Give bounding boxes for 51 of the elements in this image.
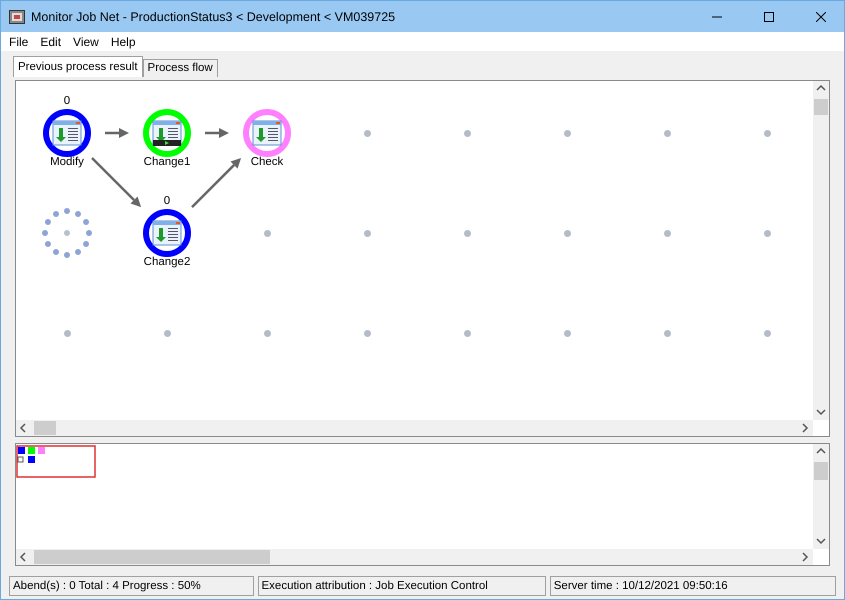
close-icon xyxy=(816,12,826,22)
grid-dot xyxy=(264,230,270,236)
job-label: Change2 xyxy=(144,255,190,269)
menu-item[interactable]: Edit xyxy=(34,34,68,48)
grid-dot xyxy=(564,330,570,336)
grid-dot xyxy=(664,330,670,336)
grid-dot xyxy=(364,230,370,236)
grid-dot xyxy=(564,230,570,236)
grid-dot xyxy=(764,130,770,136)
job-label: Change1 xyxy=(144,155,190,169)
job-count: 0 xyxy=(64,94,70,108)
menu-item[interactable]: View xyxy=(67,34,105,48)
loading-spinner-icon xyxy=(41,207,93,259)
job-count: 0 xyxy=(164,194,170,208)
grid-dot xyxy=(764,330,770,336)
grid-dot xyxy=(664,130,670,136)
job-label: Check xyxy=(250,155,284,169)
menu-item[interactable]: File xyxy=(3,34,34,48)
grid-dot xyxy=(564,130,570,136)
grid-dot xyxy=(364,330,370,336)
scroll-thumb[interactable] xyxy=(814,462,828,480)
job-node-icon[interactable] xyxy=(42,108,92,158)
job-node-icon[interactable] xyxy=(142,208,192,258)
scroll-thumb[interactable] xyxy=(34,550,270,564)
menu-item[interactable]: Help xyxy=(104,34,142,48)
grid-dot xyxy=(64,330,70,336)
vertical-scrollbar[interactable] xyxy=(813,444,829,549)
maximize-icon xyxy=(764,12,774,22)
grid-dot xyxy=(364,130,370,136)
tab[interactable]: Process flow xyxy=(142,59,218,77)
tab[interactable]: Previous process result xyxy=(13,56,143,77)
status-text: Abend(s) : 0 Total : 4 Progress : 50% xyxy=(9,576,254,596)
horizontal-scrollbar[interactable] xyxy=(16,420,813,436)
grid-dot xyxy=(164,330,170,336)
vertical-scrollbar[interactable] xyxy=(813,81,829,420)
scroll-thumb[interactable] xyxy=(814,99,828,115)
job-label: Modify xyxy=(50,155,84,169)
grid-dot xyxy=(464,230,470,236)
overview-drawing[interactable] xyxy=(16,445,96,478)
status-text: Execution attribution : Job Execution Control xyxy=(258,576,546,596)
grid-dot xyxy=(264,330,270,336)
horizontal-scrollbar[interactable] xyxy=(16,549,813,565)
window-title: Monitor Job Net - ProductionStatus3 < Development < VM039725 xyxy=(31,10,396,24)
job-node-icon[interactable] xyxy=(242,108,292,158)
grid-dot xyxy=(664,230,670,236)
grid-dot xyxy=(464,330,470,336)
app-icon xyxy=(9,10,25,24)
scroll-thumb[interactable] xyxy=(34,421,56,435)
status-text: Server time : 10/12/2021 09:50:16 xyxy=(550,576,836,596)
grid-dot xyxy=(464,130,470,136)
grid-dot xyxy=(764,230,770,236)
